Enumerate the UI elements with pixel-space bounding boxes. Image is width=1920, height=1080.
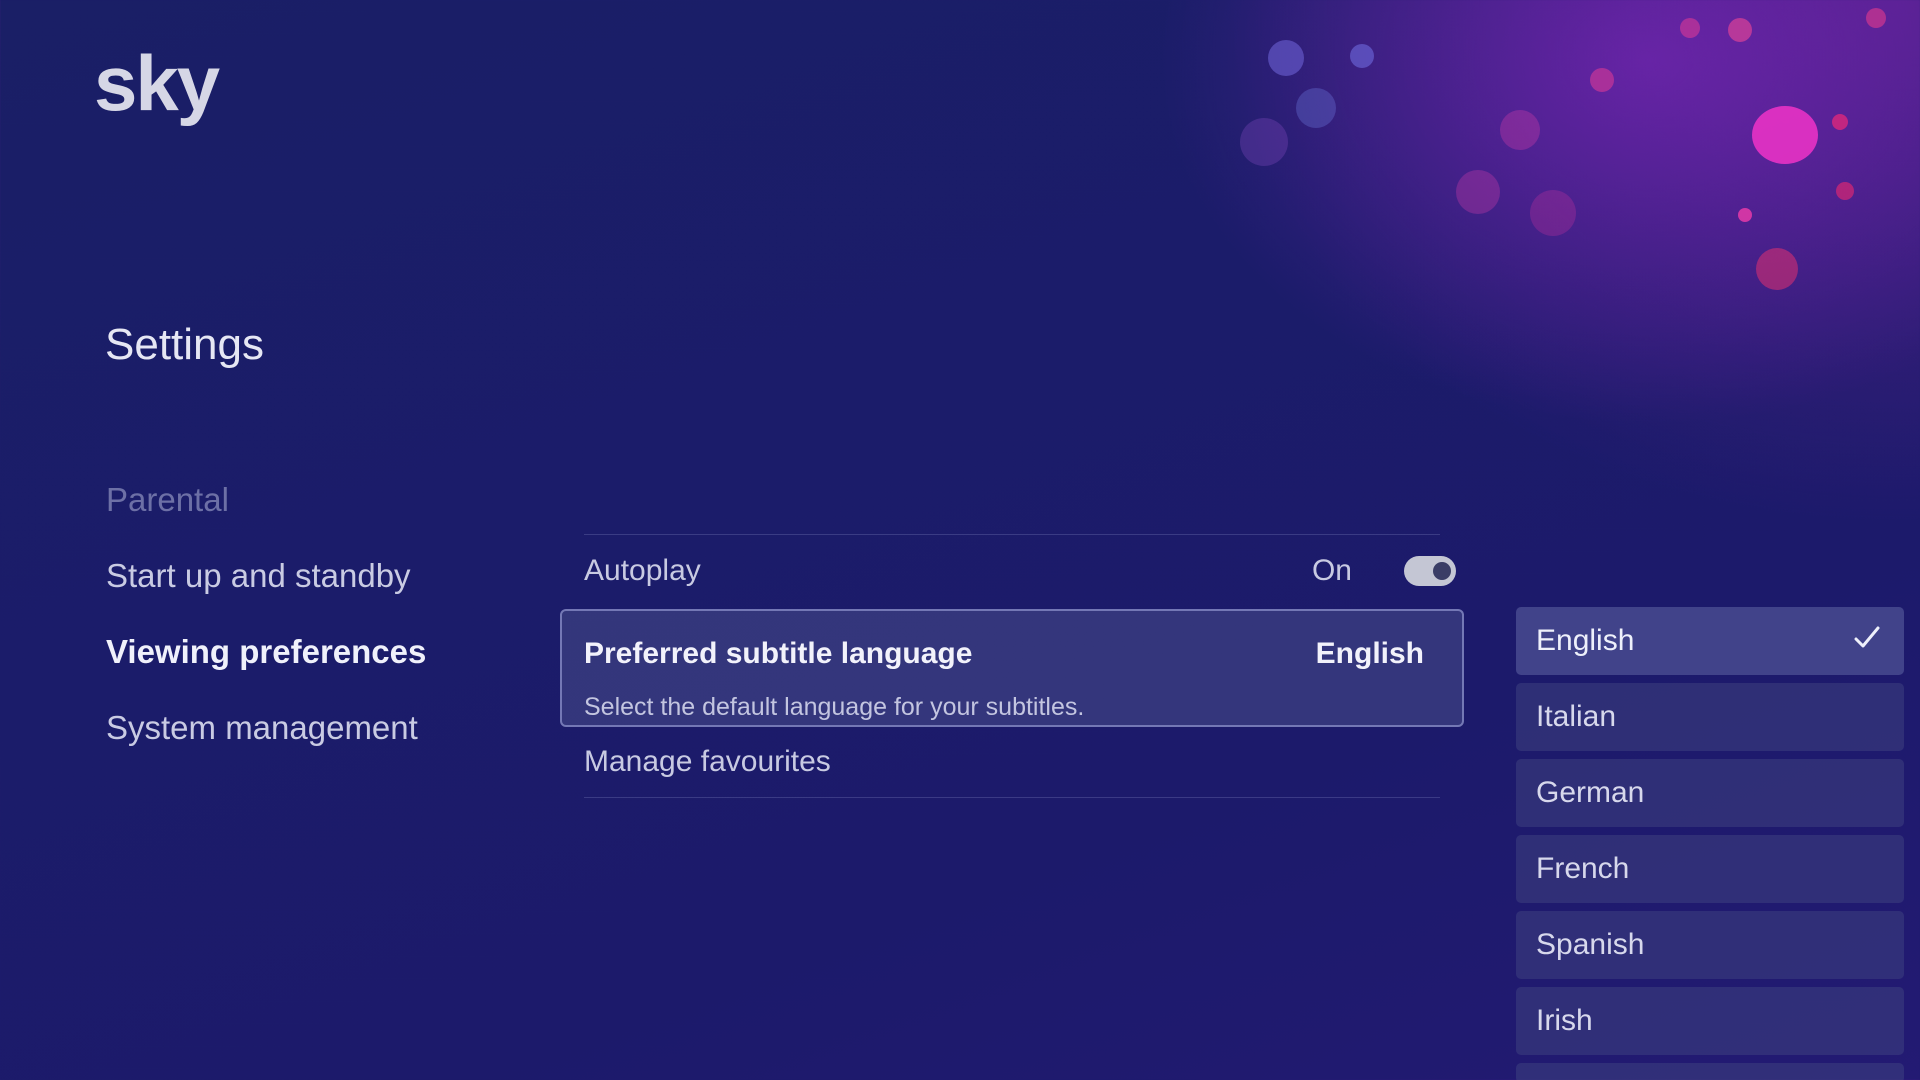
language-options-list: English Italian German French Spanish Ir… xyxy=(1516,607,1904,1080)
language-option-english[interactable]: English xyxy=(1516,607,1904,675)
language-option-label: Spanish xyxy=(1536,928,1645,961)
checkmark-icon xyxy=(1854,626,1880,648)
autoplay-row[interactable]: Autoplay On xyxy=(560,535,1464,607)
language-option-french[interactable]: French xyxy=(1516,835,1904,903)
autoplay-label: Autoplay xyxy=(584,554,701,587)
language-option-label: French xyxy=(1536,852,1630,885)
nav-item-start-up-and-standby[interactable]: Start up and standby xyxy=(106,551,426,627)
language-option-label: German xyxy=(1536,776,1645,809)
viewing-preferences-menu: Autoplay On Preferred subtitle language … xyxy=(560,534,1464,798)
language-option-german[interactable]: German xyxy=(1516,759,1904,827)
toggle-knob xyxy=(1433,562,1451,580)
sky-logo: sky xyxy=(94,39,220,127)
subtitle-language-description: Select the default language for your sub… xyxy=(584,693,1085,721)
manage-favourites-row[interactable]: Manage favourites xyxy=(560,727,1464,797)
subtitle-language-label: Preferred subtitle language xyxy=(584,637,973,670)
language-option-more[interactable] xyxy=(1516,1063,1904,1080)
page-title: Settings xyxy=(105,320,264,369)
language-option-label: Italian xyxy=(1536,700,1617,733)
autoplay-toggle[interactable] xyxy=(1404,556,1456,586)
language-option-spanish[interactable]: Spanish xyxy=(1516,911,1904,979)
nav-item-system-management[interactable]: System management xyxy=(106,703,426,779)
nav-item-viewing-preferences[interactable]: Viewing preferences xyxy=(106,627,426,703)
divider xyxy=(584,797,1440,798)
language-option-italian[interactable]: Italian xyxy=(1516,683,1904,751)
settings-nav: Parental Start up and standby Viewing pr… xyxy=(106,475,426,779)
subtitle-language-row[interactable]: Preferred subtitle language English Sele… xyxy=(560,609,1464,727)
autoplay-state: On xyxy=(1311,554,1352,587)
language-option-label: Irish xyxy=(1536,1004,1593,1037)
subtitle-language-value: English xyxy=(1315,637,1424,670)
language-option-label: English xyxy=(1536,624,1635,657)
language-option-irish[interactable]: Irish xyxy=(1516,987,1904,1055)
nav-item-parental[interactable]: Parental xyxy=(106,475,426,551)
